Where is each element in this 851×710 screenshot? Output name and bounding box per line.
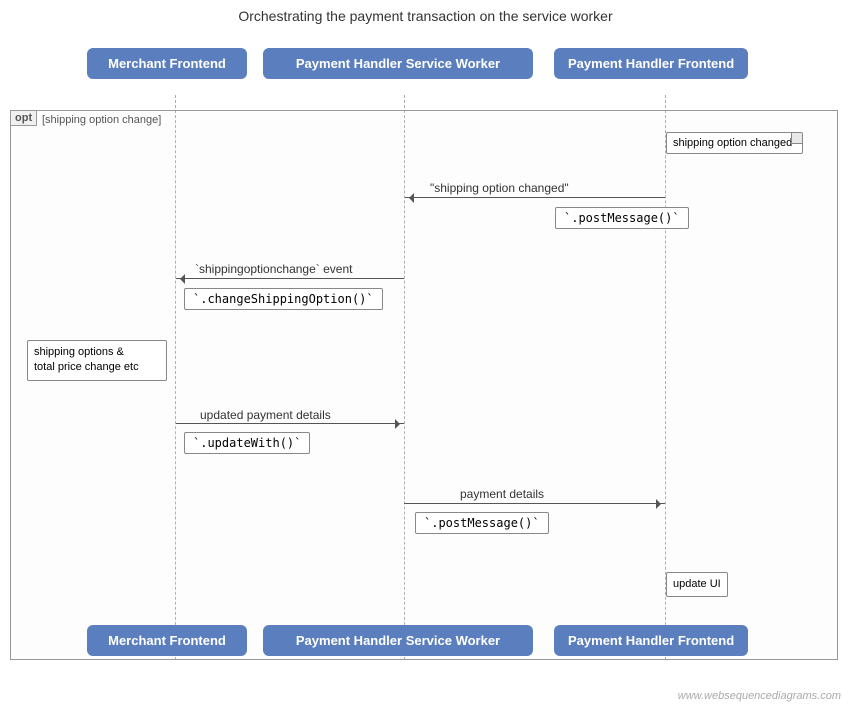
note-side-shipping-options: shipping options & total price change et… [27,340,167,381]
method-postmessage-1: `.postMessage()` [555,207,689,229]
actor-merchant-top: Merchant Frontend [87,48,247,79]
label-shipping-option-changed-msg: "shipping option changed" [430,181,569,195]
sequence-diagram: Orchestrating the payment transaction on… [0,0,851,710]
arrow-shippingoptionchange [176,278,404,279]
actor-sw-bottom: Payment Handler Service Worker [263,625,533,656]
method-change-shipping: `.changeShippingOption()` [184,288,383,310]
actor-phf-bottom: Payment Handler Frontend [554,625,748,656]
label-payment-details: payment details [460,487,544,501]
watermark: www.websequencediagrams.com [678,690,841,702]
diagram-title: Orchestrating the payment transaction on… [0,0,851,24]
arrow-shipping-option-changed [405,197,665,198]
note-shipping-option-changed: shipping option changed [666,132,803,154]
opt-condition: [shipping option change] [42,114,161,126]
opt-label: opt [10,110,37,126]
arrow-updated-payment-details [176,423,404,424]
note-update-ui: update UI [666,572,728,597]
label-updated-payment-details: updated payment details [200,408,331,422]
actor-phf-top: Payment Handler Frontend [554,48,748,79]
label-shippingoptionchange: `shippingoptionchange` event [195,262,352,276]
actor-merchant-bottom: Merchant Frontend [87,625,247,656]
method-update-with: `.updateWith()` [184,432,310,454]
actor-sw-top: Payment Handler Service Worker [263,48,533,79]
method-postmessage-2: `.postMessage()` [415,512,549,534]
arrow-payment-details [404,503,665,504]
